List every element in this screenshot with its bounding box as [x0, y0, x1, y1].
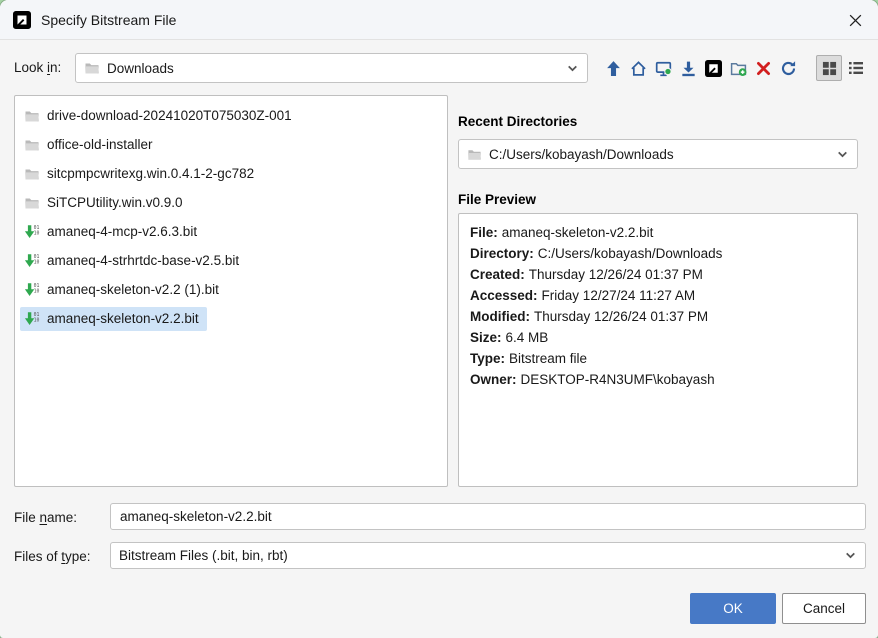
file-name-label: amaneq-skeleton-v2.2.bit: [47, 311, 199, 326]
bitstream-file-icon: 0110: [24, 224, 40, 240]
file-name-label: sitcpmpcwritexg.win.0.4.1-2-gc782: [47, 166, 254, 181]
svg-text:10: 10: [34, 288, 40, 294]
file-row-bitstream[interactable]: 0110 amaneq-skeleton-v2.2 (1).bit: [15, 275, 447, 304]
delete-x-icon: [755, 60, 772, 77]
svg-text:10: 10: [34, 259, 40, 265]
file-name-label: amaneq-4-strhrtdc-base-v2.5.bit: [47, 253, 239, 268]
file-row-bitstream[interactable]: 0110 amaneq-4-mcp-v2.6.3.bit: [15, 217, 447, 246]
folder-icon: [24, 166, 40, 182]
file-name-label: amaneq-skeleton-v2.2 (1).bit: [47, 282, 219, 297]
preview-field-created: Created:Thursday 12/26/24 01:37 PM: [470, 264, 846, 285]
recent-directory-value: C:/Users/kobayash/Downloads: [489, 147, 674, 162]
desktop-directory-button[interactable]: [652, 55, 675, 81]
refresh-icon: [780, 60, 797, 77]
preview-field-directory: Directory:C:/Users/kobayash/Downloads: [470, 243, 846, 264]
up-directory-button[interactable]: [602, 55, 625, 81]
file-name-label: office-old-installer: [47, 137, 153, 152]
chevron-down-icon: [836, 148, 849, 161]
look-in-label: Look in:: [14, 60, 61, 75]
file-row-bitstream[interactable]: 0110 amaneq-4-strhrtdc-base-v2.5.bit: [15, 246, 447, 275]
delete-button[interactable]: [752, 55, 775, 81]
ok-button[interactable]: OK: [690, 593, 776, 624]
folder-icon: [24, 137, 40, 153]
create-folder-button[interactable]: [727, 55, 750, 81]
file-row-folder[interactable]: office-old-installer: [15, 130, 447, 159]
svg-text:10: 10: [34, 230, 40, 236]
downloads-directory-button[interactable]: [677, 55, 700, 81]
cancel-button[interactable]: Cancel: [782, 593, 866, 624]
grid-view-button[interactable]: [816, 55, 842, 81]
folder-icon: [467, 147, 482, 162]
svg-text:01: 01: [34, 254, 40, 260]
file-row-folder[interactable]: SiTCPUtility.win.v0.9.0: [15, 188, 447, 217]
home-directory-button[interactable]: [627, 55, 650, 81]
xilinx-directory-button[interactable]: [702, 55, 725, 81]
preview-field-size: Size:6.4 MB: [470, 327, 846, 348]
refresh-button[interactable]: [777, 55, 800, 81]
preview-field-modified: Modified:Thursday 12/26/24 01:37 PM: [470, 306, 846, 327]
chevron-down-icon: [844, 549, 857, 562]
bitstream-file-icon: 0110: [24, 253, 40, 269]
files-of-type-dropdown[interactable]: Bitstream Files (.bit, bin, rbt): [110, 542, 866, 569]
preview-field-accessed: Accessed:Friday 12/27/24 11:27 AM: [470, 285, 846, 306]
desktop-icon: [655, 60, 672, 77]
xilinx-logo-icon: [705, 60, 722, 77]
home-icon: [630, 60, 647, 77]
file-name-label: drive-download-20241020T075030Z-001: [47, 108, 292, 123]
file-name-label: SiTCPUtility.win.v0.9.0: [47, 195, 183, 210]
up-arrow-icon: [605, 60, 622, 77]
file-dialog-toolbar: [602, 54, 867, 82]
folder-icon: [24, 195, 40, 211]
look-in-dropdown[interactable]: Downloads: [75, 53, 588, 83]
specify-bitstream-file-dialog: Specify Bitstream File Look in: Download…: [0, 0, 878, 638]
list-view-button[interactable]: [844, 55, 867, 81]
file-name-field-label: File name:: [14, 510, 77, 525]
chevron-down-icon: [566, 62, 579, 75]
folder-icon: [84, 60, 100, 76]
file-row-folder[interactable]: sitcpmpcwritexg.win.0.4.1-2-gc782: [15, 159, 447, 188]
recent-directories-dropdown[interactable]: C:/Users/kobayash/Downloads: [458, 139, 858, 169]
svg-text:10: 10: [34, 317, 40, 323]
preview-field-owner: Owner:DESKTOP-R4N3UMF\kobayash: [470, 369, 846, 390]
file-preview-heading: File Preview: [458, 192, 536, 207]
svg-text:01: 01: [34, 225, 40, 231]
file-name-label: amaneq-4-mcp-v2.6.3.bit: [47, 224, 197, 239]
svg-text:01: 01: [34, 312, 40, 318]
title-bar: Specify Bitstream File: [0, 0, 878, 40]
bitstream-file-icon: 0110: [24, 311, 40, 327]
download-icon: [680, 60, 697, 77]
preview-field-type: Type:Bitstream file: [470, 348, 846, 369]
bitstream-file-icon: 0110: [24, 282, 40, 298]
xilinx-logo-icon: [13, 11, 31, 29]
folder-icon: [24, 108, 40, 124]
desktop-backdrop: Specify Bitstream File Look in: Download…: [0, 0, 878, 638]
files-of-type-field-label: Files of type:: [14, 549, 91, 564]
recent-directories-heading: Recent Directories: [458, 114, 577, 129]
dialog-title: Specify Bitstream File: [41, 12, 176, 28]
look-in-value: Downloads: [107, 61, 174, 76]
new-folder-icon: [730, 60, 747, 77]
file-preview-panel: File:amaneq-skeleton-v2.2.bit Directory:…: [458, 213, 858, 487]
close-button[interactable]: [832, 0, 878, 40]
file-row-folder[interactable]: drive-download-20241020T075030Z-001: [15, 101, 447, 130]
close-icon: [848, 13, 863, 28]
file-row-bitstream-selected[interactable]: 0110 amaneq-skeleton-v2.2.bit: [15, 304, 447, 333]
preview-field-file: File:amaneq-skeleton-v2.2.bit: [470, 222, 846, 243]
grid-view-icon: [822, 61, 837, 76]
svg-text:01: 01: [34, 283, 40, 289]
list-view-icon: [848, 60, 864, 76]
file-name-input[interactable]: [110, 503, 866, 530]
file-list-panel: drive-download-20241020T075030Z-001 offi…: [14, 95, 448, 487]
files-of-type-value: Bitstream Files (.bit, bin, rbt): [119, 548, 288, 563]
